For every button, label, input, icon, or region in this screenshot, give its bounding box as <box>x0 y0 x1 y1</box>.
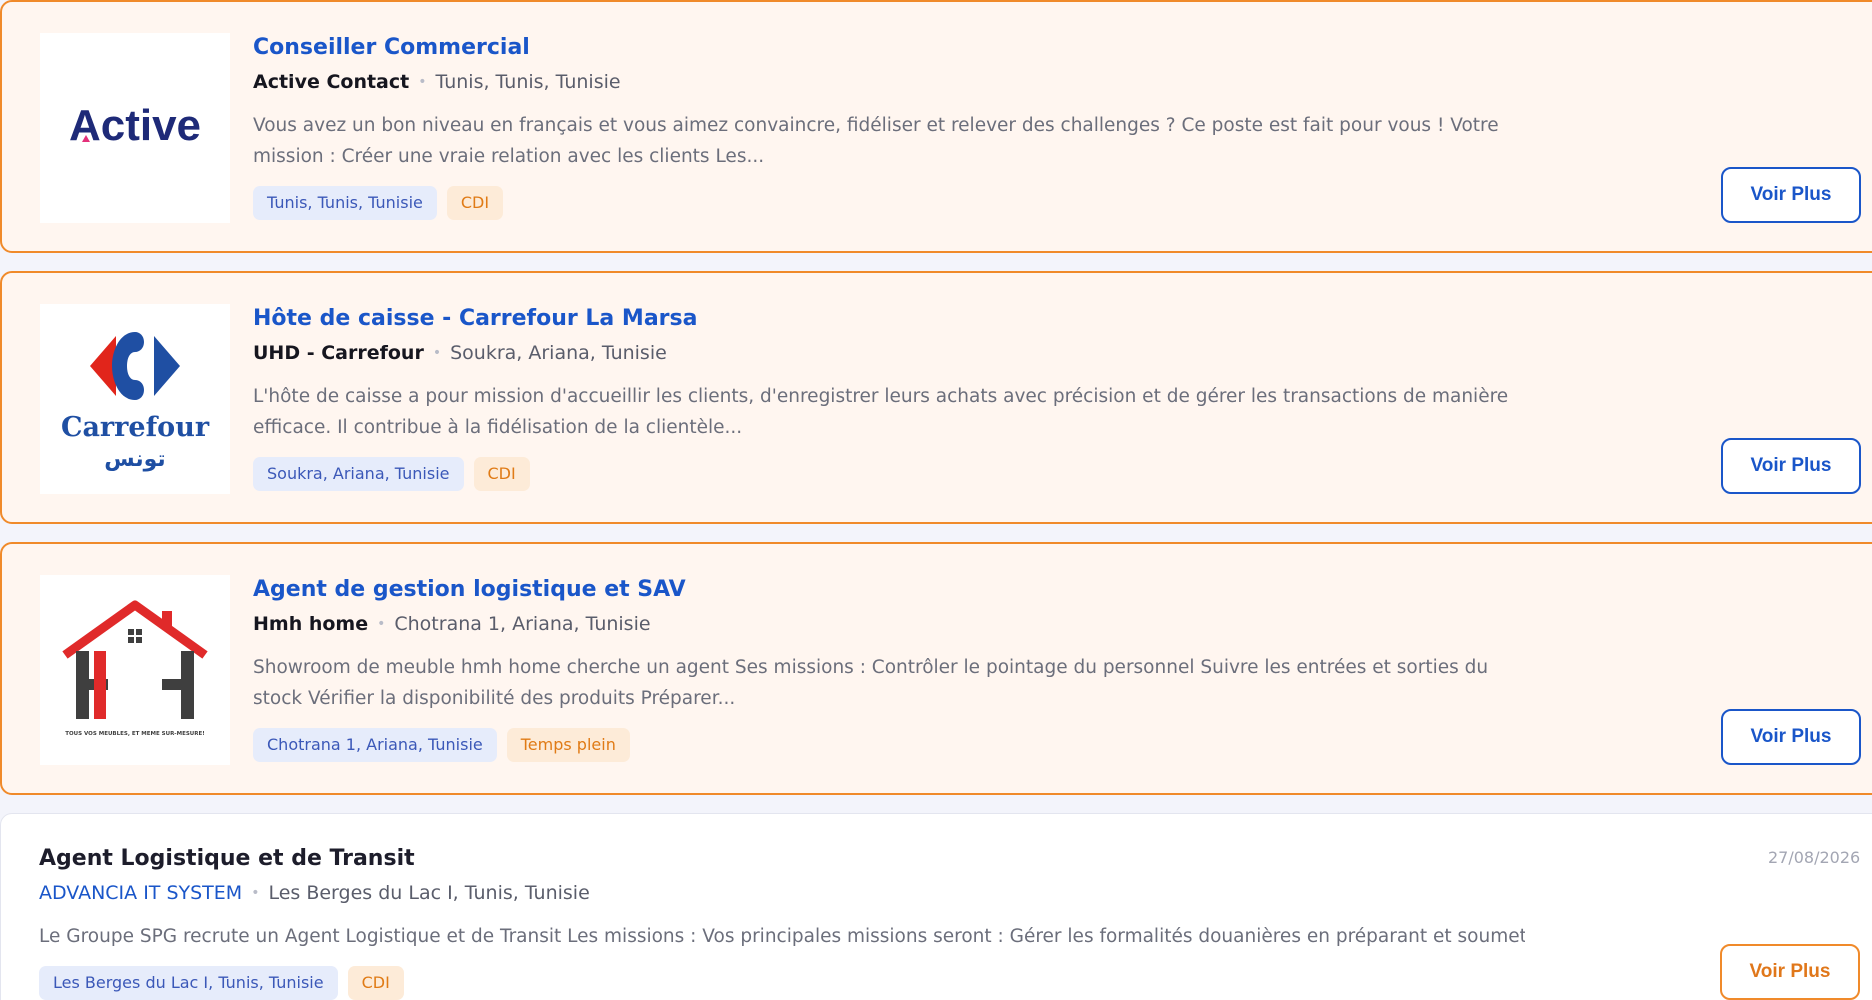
separator-dot: • <box>418 74 427 90</box>
voir-plus-button[interactable]: Voir Plus <box>1721 438 1861 494</box>
separator-dot: • <box>377 616 386 632</box>
job-tags: Les Berges du Lac I, Tunis, Tunisie CDI <box>39 966 1525 1000</box>
contract-type-tag: CDI <box>347 966 404 1000</box>
separator-dot: • <box>432 345 442 361</box>
job-card: Agent Logistique et de Transit ADVANCIA … <box>0 813 1872 1000</box>
job-description: Le Groupe SPG recrute un Agent Logistiqu… <box>39 926 1525 947</box>
job-location: Les Berges du Lac I, Tunis, Tunisie <box>268 882 590 904</box>
job-content: Conseiller Commercial Active Contact • Tun… <box>253 33 1524 220</box>
job-content: Agent Logistique et de Transit ADVANCIA … <box>39 844 1525 1000</box>
company-name[interactable]: Active Contact <box>253 71 409 93</box>
job-tags: Tunis, Tunis, Tunisie CDI <box>253 186 1524 220</box>
job-location: Chotrana 1, Ariana, Tunisie <box>394 613 651 635</box>
job-location: Soukra, Ariana, Tunisie <box>450 342 667 364</box>
voir-plus-button[interactable]: Voir Plus <box>1720 944 1860 1000</box>
svg-text:Active: Active <box>69 101 201 150</box>
job-content: Hôte de caisse - Carrefour La Marsa UHD … <box>253 304 1524 491</box>
location-tag: Les Berges du Lac I, Tunis, Tunisie <box>39 966 338 1000</box>
company-name[interactable]: UHD - Carrefour <box>253 342 424 364</box>
company-logo-active[interactable]: Active <box>40 33 230 223</box>
company-name[interactable]: ADVANCIA IT SYSTEM <box>39 882 242 904</box>
location-tag: Chotrana 1, Ariana, Tunisie <box>253 728 497 762</box>
job-title-link[interactable]: Agent Logistique et de Transit <box>39 844 1525 874</box>
hmh-house-logo-icon: TOUS VOS MEUBLES, ET MEME SUR-MESURE! <box>62 600 208 737</box>
contract-type-tag: Temps plein <box>506 728 630 762</box>
contract-type-tag: CDI <box>446 186 504 220</box>
company-name[interactable]: Hmh home <box>253 613 368 635</box>
job-title-link[interactable]: Conseiller Commercial <box>253 33 1524 63</box>
voir-plus-button[interactable]: Voir Plus <box>1721 709 1861 765</box>
job-card: TOUS VOS MEUBLES, ET MEME SUR-MESURE! Ag… <box>0 542 1872 795</box>
job-title-link[interactable]: Agent de gestion logistique et SAV <box>253 575 1524 605</box>
carrefour-logo-icon: Carrefour تونس <box>61 332 210 472</box>
job-meta: ADVANCIA IT SYSTEM • Les Berges du Lac I, … <box>39 879 1525 909</box>
company-logo-hmh[interactable]: TOUS VOS MEUBLES, ET MEME SUR-MESURE! <box>40 575 230 765</box>
location-tag: Tunis, Tunis, Tunisie <box>253 186 437 220</box>
job-tags: Chotrana 1, Ariana, Tunisie Temps plein <box>253 728 1524 762</box>
job-card: Carrefour تونس Hôte de caisse - Carrefou… <box>0 271 1872 524</box>
location-tag: Soukra, Ariana, Tunisie <box>253 457 464 491</box>
job-content: Agent de gestion logistique et SAV Hmh h… <box>253 575 1524 762</box>
contract-type-tag: CDI <box>473 457 530 491</box>
job-meta: UHD - Carrefour • Soukra, Ariana, Tunisie <box>253 339 1524 369</box>
svg-text:TOUS VOS MEUBLES, ET MEME SUR-: TOUS VOS MEUBLES, ET MEME SUR-MESURE! <box>65 731 205 737</box>
svg-text:Carrefour: Carrefour <box>61 412 210 443</box>
job-title-link[interactable]: Hôte de caisse - Carrefour La Marsa <box>253 304 1524 334</box>
job-tags: Soukra, Ariana, Tunisie CDI <box>253 457 1524 491</box>
job-description: Vous avez un bon niveau en français et v… <box>253 115 1499 167</box>
job-meta: Active Contact • Tunis, Tunis, Tunisie <box>253 68 1524 98</box>
job-description: Showroom de meuble hmh home cherche un a… <box>253 657 1489 709</box>
svg-text:تونس: تونس <box>104 447 165 472</box>
company-logo-carrefour[interactable]: Carrefour تونس <box>40 304 230 494</box>
active-logo-icon: Active <box>69 101 201 150</box>
separator-dot: • <box>251 885 260 901</box>
posted-date: 27/08/2026 <box>1768 848 1861 867</box>
job-list: Active Conseiller Commercial Active Cont… <box>0 0 1872 1000</box>
job-card: Active Conseiller Commercial Active Cont… <box>0 0 1872 253</box>
job-meta: Hmh home • Chotrana 1, Ariana, Tunisie <box>253 610 1524 640</box>
job-location: Tunis, Tunis, Tunisie <box>435 71 621 93</box>
job-description: L'hôte de caisse a pour mission d'accuei… <box>253 386 1509 438</box>
voir-plus-button[interactable]: Voir Plus <box>1721 167 1861 223</box>
